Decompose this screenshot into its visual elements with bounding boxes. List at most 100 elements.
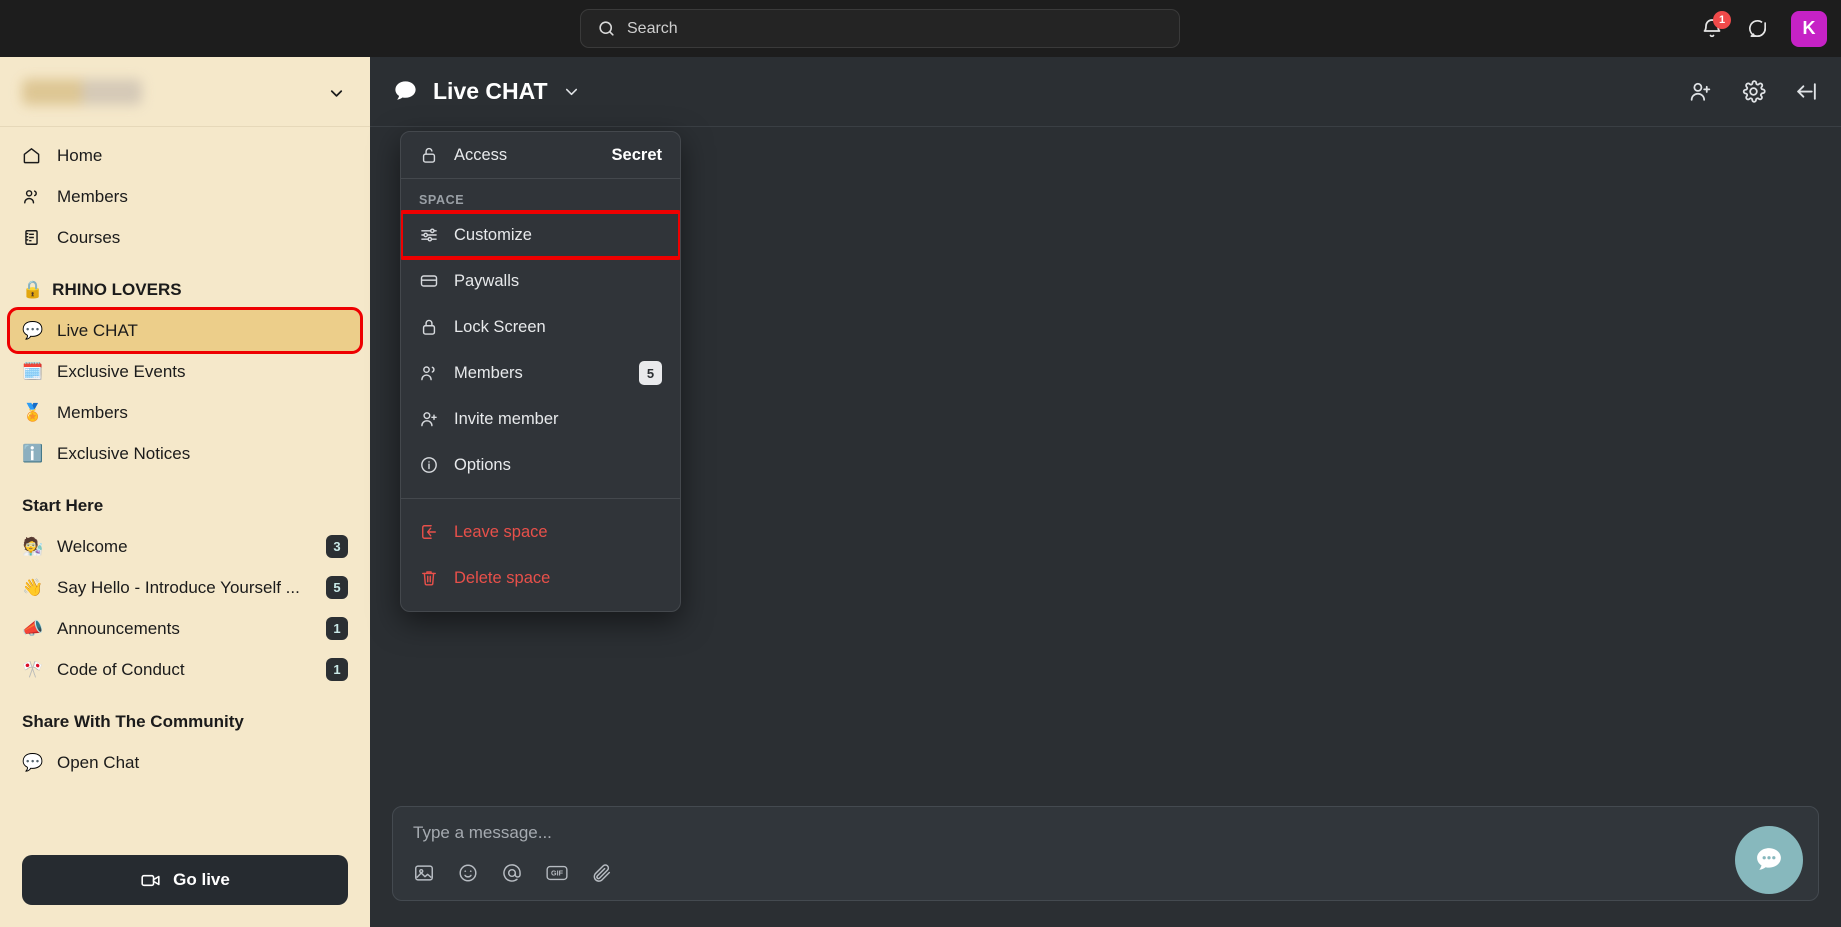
sidebar-group-title: 🔒 RHINO LOVERS (0, 280, 370, 300)
menu-spacer (401, 488, 680, 498)
gif-icon[interactable]: GIF (545, 862, 569, 884)
sidebar-group-label: RHINO LOVERS (52, 280, 181, 300)
add-person-icon (419, 409, 439, 429)
search-icon (597, 19, 616, 38)
messages-button[interactable] (1746, 17, 1769, 40)
mention-icon[interactable] (501, 862, 523, 884)
trash-icon (419, 568, 439, 588)
sidebar-item-label: Exclusive Notices (57, 444, 348, 464)
sidebar-item-label: Code of Conduct (57, 660, 313, 680)
lock-open-icon (419, 145, 439, 165)
menu-item-members[interactable]: Members 5 (401, 350, 680, 396)
message-placeholder: Type a message... (413, 823, 1798, 843)
menu-item-customize[interactable]: Customize (401, 212, 680, 258)
sidebar-item-home[interactable]: Home (10, 135, 360, 176)
lock-icon (419, 317, 439, 337)
menu-item-label: Leave space (454, 523, 662, 542)
unread-badge: 1 (326, 617, 348, 640)
menu-item-label: Customize (454, 226, 662, 245)
sidebar-item-welcome[interactable]: 🧑‍🔬 Welcome 3 (10, 526, 360, 567)
message-input[interactable]: Type a message... GIF (392, 806, 1819, 901)
attachment-icon[interactable] (591, 862, 613, 884)
menu-item-access[interactable]: Access Secret (401, 132, 680, 178)
sidebar-item-label: Say Hello - Introduce Yourself ... (57, 578, 313, 598)
workspace-switcher[interactable] (0, 57, 370, 127)
image-icon[interactable] (413, 862, 435, 884)
support-chat-widget-button[interactable] (1735, 826, 1803, 894)
sidebar-item-members-space[interactable]: 🏅 Members (10, 392, 360, 433)
go-live-container: Go live (0, 843, 370, 927)
sidebar-group-title: Share With The Community (0, 712, 370, 732)
card-icon (419, 271, 439, 291)
wave-emoji-icon: 👋 (22, 579, 44, 596)
members-count-badge: 5 (639, 361, 662, 385)
sidebar-item-say-hello[interactable]: 👋 Say Hello - Introduce Yourself ... 5 (10, 567, 360, 608)
users-icon (419, 363, 439, 383)
add-person-icon[interactable] (1688, 79, 1713, 104)
menu-item-label: Paywalls (454, 272, 662, 291)
scientist-emoji-icon: 🧑‍🔬 (22, 538, 44, 555)
unread-badge: 5 (326, 576, 348, 599)
chat-bubble-emoji-icon: 💬 (22, 322, 44, 339)
app-root: Search 1 K (0, 0, 1841, 927)
menu-spacer (401, 499, 680, 509)
chat-bubble-icon (1746, 17, 1769, 40)
sidebar-item-code-of-conduct[interactable]: 🎌 Code of Conduct 1 (10, 649, 360, 690)
space-title-button[interactable]: Live CHAT (392, 78, 581, 105)
composer-container: Type a message... GIF (370, 806, 1841, 927)
top-bar-actions: 1 K (1700, 0, 1827, 57)
home-icon (22, 146, 44, 165)
search-placeholder: Search (627, 20, 678, 38)
menu-item-label: Lock Screen (454, 318, 662, 337)
chat-bubble-emoji-icon: 💬 (22, 754, 44, 771)
space-options-menu: Access Secret SPACE Customize Paywalls L… (400, 131, 681, 612)
sliders-icon (419, 225, 439, 245)
sidebar-item-label: Open Chat (57, 753, 348, 773)
avatar-initial: K (1803, 18, 1816, 39)
unread-badge: 1 (326, 658, 348, 681)
menu-item-lock-screen[interactable]: Lock Screen (401, 304, 680, 350)
sidebar-item-label: Exclusive Events (57, 362, 348, 382)
sidebar-item-members[interactable]: Members (10, 176, 360, 217)
sidebar-item-exclusive-events[interactable]: 🗓️ Exclusive Events (10, 351, 360, 392)
avatar[interactable]: K (1791, 11, 1827, 47)
collapse-panel-icon[interactable] (1794, 79, 1819, 104)
emoji-icon[interactable] (457, 862, 479, 884)
sidebar-item-courses[interactable]: Courses (10, 217, 360, 258)
ribbon-emoji-icon: 🎌 (22, 661, 44, 678)
gear-icon[interactable] (1741, 79, 1766, 104)
users-icon (22, 187, 44, 206)
notifications-button[interactable]: 1 (1700, 17, 1724, 41)
access-value: Secret (612, 146, 662, 165)
lock-emoji-icon: 🔒 (22, 280, 43, 300)
menu-item-options[interactable]: Options (401, 442, 680, 488)
page-title: Live CHAT (433, 78, 548, 105)
search-input[interactable]: Search (580, 9, 1180, 48)
sidebar-item-label: Live CHAT (57, 321, 348, 341)
sidebar-item-open-chat[interactable]: 💬 Open Chat (10, 742, 360, 783)
menu-item-paywalls[interactable]: Paywalls (401, 258, 680, 304)
sidebar-item-live-chat[interactable]: 💬 Live CHAT (10, 310, 360, 351)
calendar-emoji-icon: 🗓️ (22, 363, 44, 380)
sidebar-item-label: Members (57, 187, 348, 207)
chat-bubble-icon (392, 78, 419, 105)
go-live-button[interactable]: Go live (22, 855, 348, 905)
chevron-down-icon (327, 84, 346, 103)
app-body: Home Members Courses 🔒 RH (0, 57, 1841, 927)
svg-text:GIF: GIF (551, 869, 564, 878)
sidebar-nav: Home Members Courses 🔒 RH (0, 127, 370, 843)
video-camera-icon (140, 870, 161, 891)
sidebar-item-exclusive-notices[interactable]: ℹ️ Exclusive Notices (10, 433, 360, 474)
composer-tools: GIF (413, 862, 1798, 884)
sidebar-item-announcements[interactable]: 📣 Announcements 1 (10, 608, 360, 649)
info-icon (419, 455, 439, 475)
menu-item-label: Delete space (454, 569, 662, 588)
menu-item-invite-member[interactable]: Invite member (401, 396, 680, 442)
sidebar: Home Members Courses 🔒 RH (0, 57, 370, 927)
menu-item-delete-space[interactable]: Delete space (401, 555, 680, 601)
medal-emoji-icon: 🏅 (22, 404, 44, 421)
menu-item-leave-space[interactable]: Leave space (401, 509, 680, 555)
menu-item-label: Invite member (454, 410, 662, 429)
sidebar-item-label: Home (57, 146, 348, 166)
unread-badge: 3 (326, 535, 348, 558)
